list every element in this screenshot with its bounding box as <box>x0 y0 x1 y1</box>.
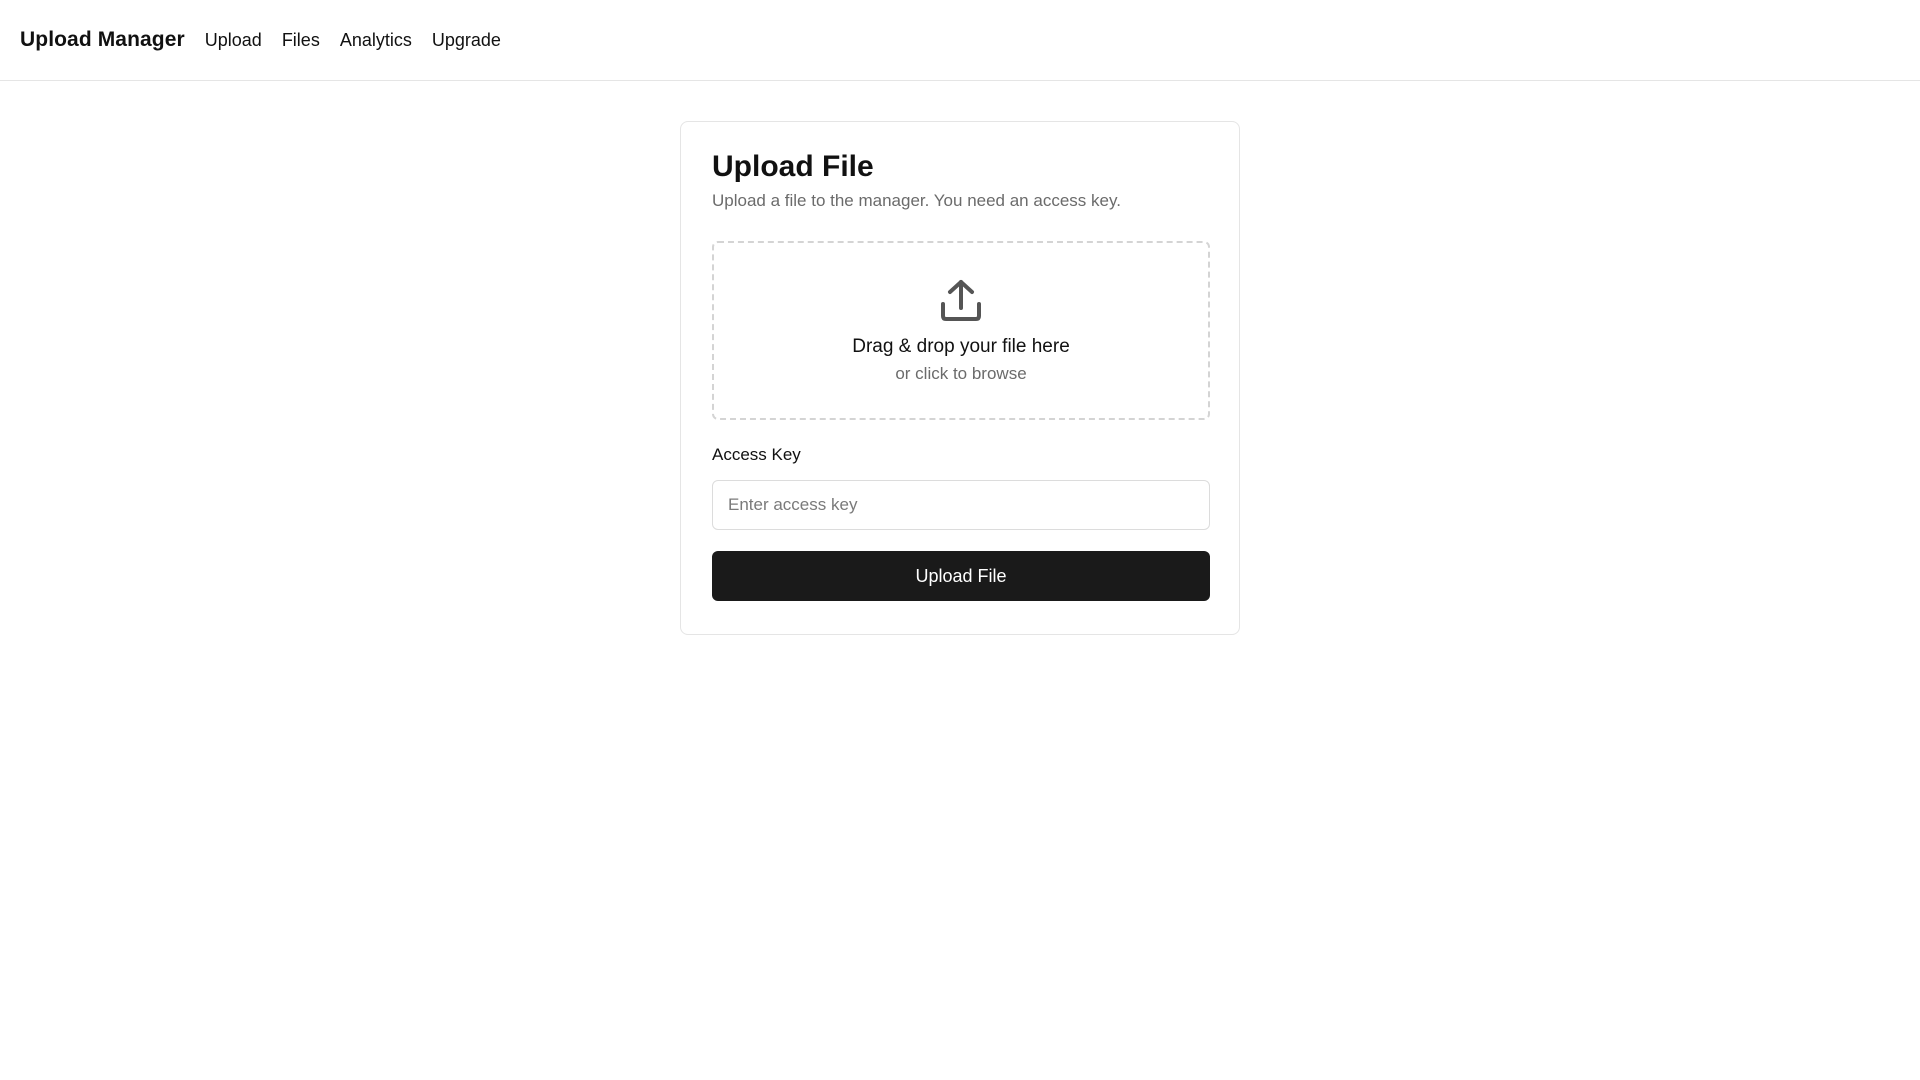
brand-title[interactable]: Upload Manager <box>20 28 185 52</box>
nav-link-upgrade[interactable]: Upgrade <box>432 30 501 51</box>
nav-link-analytics[interactable]: Analytics <box>340 30 412 51</box>
dropzone-subtitle: or click to browse <box>895 363 1027 383</box>
upload-file-button[interactable]: Upload File <box>712 551 1210 601</box>
card-title: Upload File <box>712 150 874 183</box>
card-subtitle: Upload a file to the manager. You need a… <box>712 191 1121 210</box>
upload-icon <box>941 279 981 321</box>
file-dropzone[interactable]: Drag & drop your file here or click to b… <box>712 241 1210 420</box>
upload-card: Upload File Upload a file to the manager… <box>680 121 1240 635</box>
top-navbar: Upload Manager Upload Files Analytics Up… <box>0 0 1920 81</box>
access-key-label: Access Key <box>712 445 801 464</box>
nav-link-upload[interactable]: Upload <box>205 30 262 51</box>
nav-link-files[interactable]: Files <box>282 30 320 51</box>
dropzone-title: Drag & drop your file here <box>852 335 1070 357</box>
access-key-input[interactable] <box>712 480 1210 530</box>
